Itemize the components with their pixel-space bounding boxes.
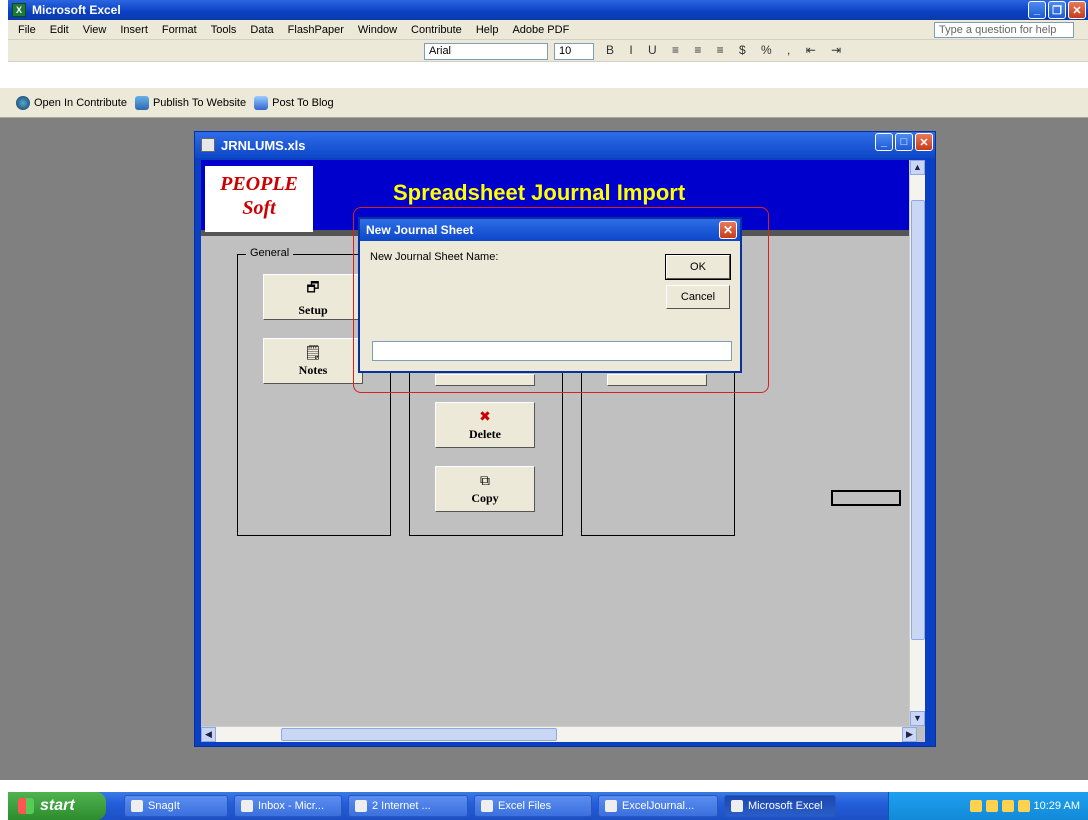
dialog-title-bar: New Journal Sheet ✕ <box>360 219 740 241</box>
group-general-label: General <box>246 247 294 259</box>
setup-icon: 🗗 <box>306 279 320 296</box>
publish-icon <box>134 95 149 110</box>
windows-flag-icon <box>18 798 34 814</box>
folder-icon <box>481 800 493 812</box>
publish-to-website-button[interactable]: Publish To Website <box>134 95 246 110</box>
font-name-select[interactable]: Arial <box>424 43 548 60</box>
task-snagit[interactable]: SnagIt <box>124 795 228 817</box>
dialog-title: New Journal Sheet <box>366 223 474 237</box>
wb-minimize-button[interactable]: _ <box>875 133 893 151</box>
workbook-title-bar: JRNLUMS.xls _ □ ✕ <box>195 132 935 158</box>
scroll-down-icon[interactable]: ▼ <box>910 711 925 726</box>
font-size-select[interactable]: 10 <box>554 43 594 60</box>
dialog-close-icon[interactable]: ✕ <box>719 221 737 239</box>
horizontal-scrollbar[interactable]: ◀ ▶ <box>201 726 917 742</box>
horizontal-scroll-thumb[interactable] <box>281 728 557 741</box>
menu-edit[interactable]: Edit <box>50 24 69 36</box>
delete-icon: ✖ <box>479 408 491 425</box>
menu-window[interactable]: Window <box>358 24 397 36</box>
taskbar: start SnagIt Inbox - Micr... 2 Internet … <box>0 780 1088 820</box>
workbook-icon <box>201 138 215 152</box>
app-title-bar: X Microsoft Excel _ ❐ ✕ <box>8 0 1088 20</box>
open-in-contribute-button[interactable]: Open In Contribute <box>16 95 127 110</box>
menu-insert[interactable]: Insert <box>120 24 148 36</box>
scroll-left-icon[interactable]: ◀ <box>201 727 216 742</box>
snagit-icon <box>131 800 143 812</box>
contribute-icon <box>16 95 30 110</box>
start-button[interactable]: start <box>8 792 106 820</box>
selection-box <box>831 490 901 506</box>
copy-icon: ⧉ <box>480 472 490 489</box>
format-buttons[interactable]: B I U ≡ ≡ ≡ $ % , ⇤ ⇥ <box>606 43 847 57</box>
help-search-input[interactable]: Type a question for help <box>934 22 1074 38</box>
menu-contribute[interactable]: Contribute <box>411 24 462 36</box>
scroll-right-icon[interactable]: ▶ <box>902 727 917 742</box>
contribute-toolbar: Open In Contribute Publish To Website Po… <box>0 88 1088 118</box>
blog-icon <box>254 95 269 110</box>
vertical-scroll-thumb[interactable] <box>911 200 925 640</box>
post-to-blog-button[interactable]: Post To Blog <box>254 95 334 110</box>
task-inbox[interactable]: Inbox - Micr... <box>234 795 342 817</box>
system-tray: 10:29 AM <box>888 792 1088 820</box>
restore-button[interactable]: ❐ <box>1048 1 1066 19</box>
menu-flashpaper[interactable]: FlashPaper <box>288 24 344 36</box>
banner-title: Spreadsheet Journal Import <box>393 180 686 205</box>
minimize-button[interactable]: _ <box>1028 1 1046 19</box>
setup-button[interactable]: 🗗 Setup <box>263 274 363 320</box>
tray-icon[interactable] <box>969 800 982 812</box>
delete-button[interactable]: ✖ Delete <box>435 402 535 448</box>
ok-button[interactable]: OK <box>665 254 731 280</box>
menu-help[interactable]: Help <box>476 24 499 36</box>
menu-data[interactable]: Data <box>250 24 273 36</box>
excel-icon <box>731 800 743 812</box>
outlook-icon <box>241 800 253 812</box>
menu-view[interactable]: View <box>83 24 107 36</box>
close-button[interactable]: ✕ <box>1068 1 1086 19</box>
notes-icon: 🗒 <box>304 344 322 361</box>
journal-sheet-name-input[interactable] <box>372 341 732 361</box>
wb-maximize-button[interactable]: □ <box>895 133 913 151</box>
excel-icon: X <box>12 3 26 17</box>
task-microsoft-excel[interactable]: Microsoft Excel <box>724 795 836 817</box>
tray-icon[interactable] <box>1017 800 1030 812</box>
task-exceljournal[interactable]: ExcelJournal... <box>598 795 718 817</box>
workbook-title: JRNLUMS.xls <box>221 137 306 153</box>
tray-icon[interactable] <box>1001 800 1014 812</box>
vertical-scrollbar[interactable]: ▲ ▼ <box>909 160 925 726</box>
copy-button[interactable]: ⧉ Copy <box>435 466 535 512</box>
menu-adobe-pdf[interactable]: Adobe PDF <box>512 24 569 36</box>
task-excel-files[interactable]: Excel Files <box>474 795 592 817</box>
cancel-button[interactable]: Cancel <box>666 285 730 309</box>
tray-icon[interactable] <box>985 800 998 812</box>
wb-close-button[interactable]: ✕ <box>915 133 933 151</box>
notes-button[interactable]: 🗒 Notes <box>263 338 363 384</box>
menu-bar: File Edit View Insert Format Tools Data … <box>8 20 1088 40</box>
internet-explorer-icon <box>355 800 367 812</box>
scroll-up-icon[interactable]: ▲ <box>910 160 925 175</box>
menu-file[interactable]: File <box>18 24 36 36</box>
document-icon <box>605 800 617 812</box>
formatting-toolbar: Arial 10 B I U ≡ ≡ ≡ $ % , ⇤ ⇥ <box>8 40 1088 62</box>
new-journal-sheet-dialog: New Journal Sheet ✕ New Journal Sheet Na… <box>358 217 742 373</box>
menu-format[interactable]: Format <box>162 24 197 36</box>
clock: 10:29 AM <box>1033 800 1080 812</box>
menu-tools[interactable]: Tools <box>211 24 237 36</box>
task-internet[interactable]: 2 Internet ... <box>348 795 468 817</box>
peoplesoft-logo: PEOPLE Soft <box>205 166 313 232</box>
journal-sheet-name-label: New Journal Sheet Name: <box>370 251 499 263</box>
app-title: Microsoft Excel <box>32 3 121 17</box>
